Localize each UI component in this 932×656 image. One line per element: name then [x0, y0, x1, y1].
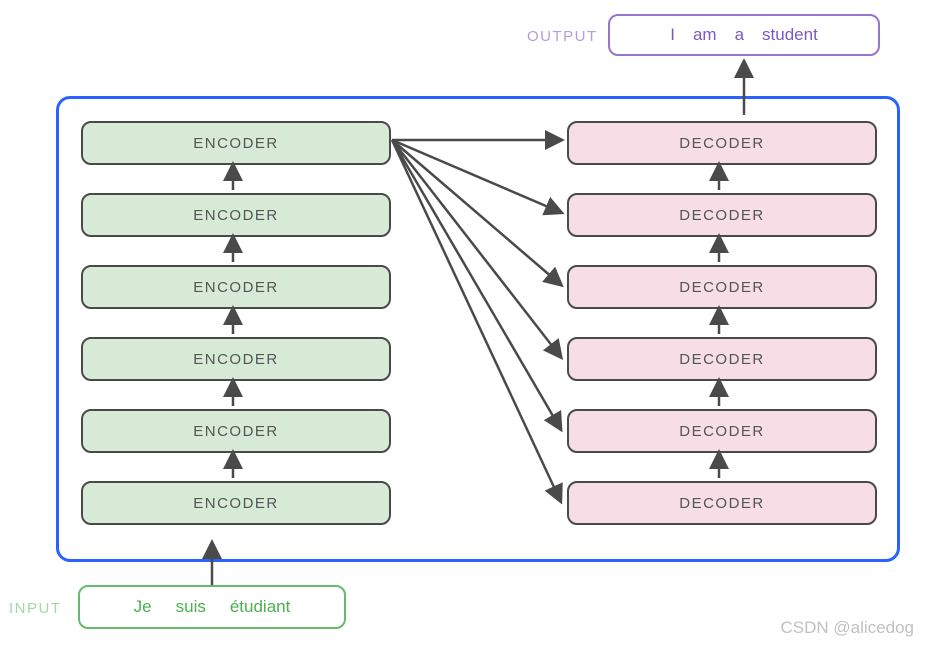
decoder-block: DECODER — [567, 121, 877, 165]
input-box: Je suis étudiant — [78, 585, 346, 629]
encoder-block: ENCODER — [81, 121, 391, 165]
output-token: am — [693, 25, 717, 45]
decoder-block: DECODER — [567, 481, 877, 525]
input-token: suis — [176, 597, 206, 617]
input-label: INPUT — [9, 600, 62, 617]
input-token: Je — [134, 597, 152, 617]
output-label: OUTPUT — [527, 28, 598, 45]
decoder-block: DECODER — [567, 337, 877, 381]
encoder-stack: ENCODER ENCODER ENCODER ENCODER ENCODER … — [81, 121, 391, 525]
encoder-block: ENCODER — [81, 409, 391, 453]
encoder-block: ENCODER — [81, 481, 391, 525]
output-box: I am a student — [608, 14, 880, 56]
output-token: a — [735, 25, 744, 45]
decoder-block: DECODER — [567, 265, 877, 309]
decoder-block: DECODER — [567, 409, 877, 453]
input-token: étudiant — [230, 597, 291, 617]
model-container: ENCODER ENCODER ENCODER ENCODER ENCODER … — [56, 96, 900, 562]
encoder-block: ENCODER — [81, 193, 391, 237]
decoder-block: DECODER — [567, 193, 877, 237]
watermark-text: CSDN @alicedog — [781, 618, 914, 638]
decoder-stack: DECODER DECODER DECODER DECODER DECODER … — [567, 121, 877, 525]
output-token: student — [762, 25, 818, 45]
output-token: I — [670, 25, 675, 45]
encoder-block: ENCODER — [81, 337, 391, 381]
encoder-block: ENCODER — [81, 265, 391, 309]
